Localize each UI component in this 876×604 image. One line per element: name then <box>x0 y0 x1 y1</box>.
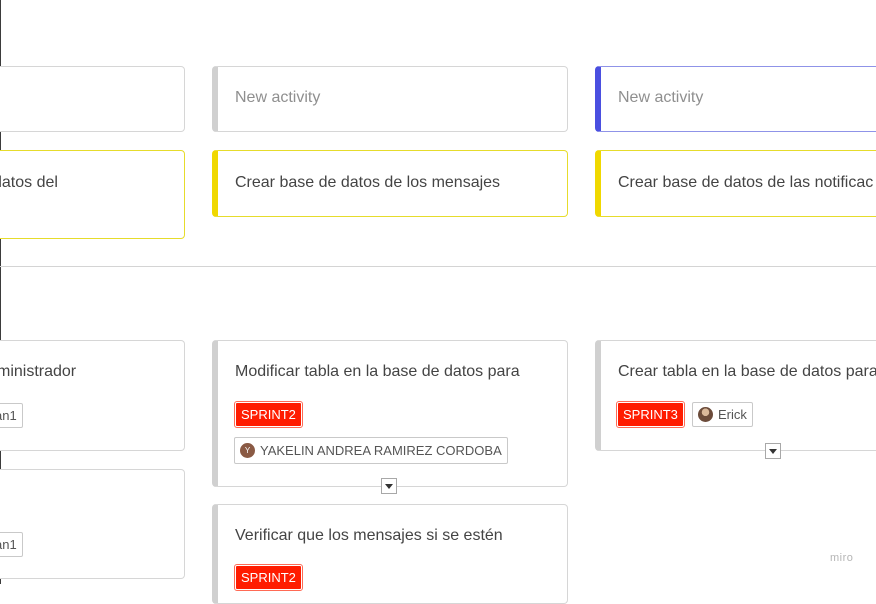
story-card[interactable]: Verificar que los mensajes si se estén S… <box>212 504 568 604</box>
assignee-name: Erick <box>718 407 747 422</box>
expand-card-button[interactable] <box>765 443 781 459</box>
miro-watermark: miro <box>830 552 854 564</box>
sprint-tag[interactable]: SPRINT2 <box>234 564 303 591</box>
activity-card[interactable]: New activity <box>212 66 568 132</box>
assignee-chip[interactable]: an1 <box>0 532 23 557</box>
assignee-name: YAKELIN ANDREA RAMIREZ CORDOBA <box>260 443 502 458</box>
avatar: Y <box>240 443 255 459</box>
activity-label: New activity <box>618 89 704 106</box>
story-card[interactable]: Modificar tabla en la base de datos para… <box>212 340 568 487</box>
story-text: Modificar tabla en la base de datos para <box>235 363 520 380</box>
sprint-tag[interactable]: SPRINT2 <box>234 401 303 428</box>
task-label: datos del <box>0 174 58 191</box>
story-card[interactable]: an1 <box>0 469 185 579</box>
activity-card[interactable] <box>0 66 185 132</box>
story-text: Crear tabla en la base de datos para <box>618 363 876 380</box>
story-text: Verificar que los mensajes si se estén <box>235 527 503 544</box>
story-text: ministrador <box>0 363 77 380</box>
avatar <box>698 407 713 423</box>
swimlane-divider <box>0 266 876 267</box>
expand-card-button[interactable] <box>381 478 397 494</box>
task-card[interactable]: Crear base de datos de las notificac <box>595 150 876 217</box>
task-card[interactable]: Crear base de datos de los mensajes <box>212 150 568 217</box>
story-card[interactable]: ministrador an1 <box>0 340 185 451</box>
sprint-tag[interactable]: SPRINT3 <box>616 401 685 428</box>
task-label: Crear base de datos de los mensajes <box>235 174 501 191</box>
assignee-chip[interactable]: Erick <box>692 402 753 427</box>
activity-card-selected[interactable]: New activity <box>595 66 876 132</box>
task-card[interactable]: datos del <box>0 150 185 239</box>
story-card[interactable]: Crear tabla en la base de datos para SPR… <box>595 340 876 451</box>
task-label: Crear base de datos de las notificac <box>618 174 874 191</box>
assignee-chip[interactable]: an1 <box>0 403 23 428</box>
activity-label: New activity <box>235 89 321 106</box>
assignee-chip[interactable]: Y YAKELIN ANDREA RAMIREZ CORDOBA <box>234 437 508 464</box>
